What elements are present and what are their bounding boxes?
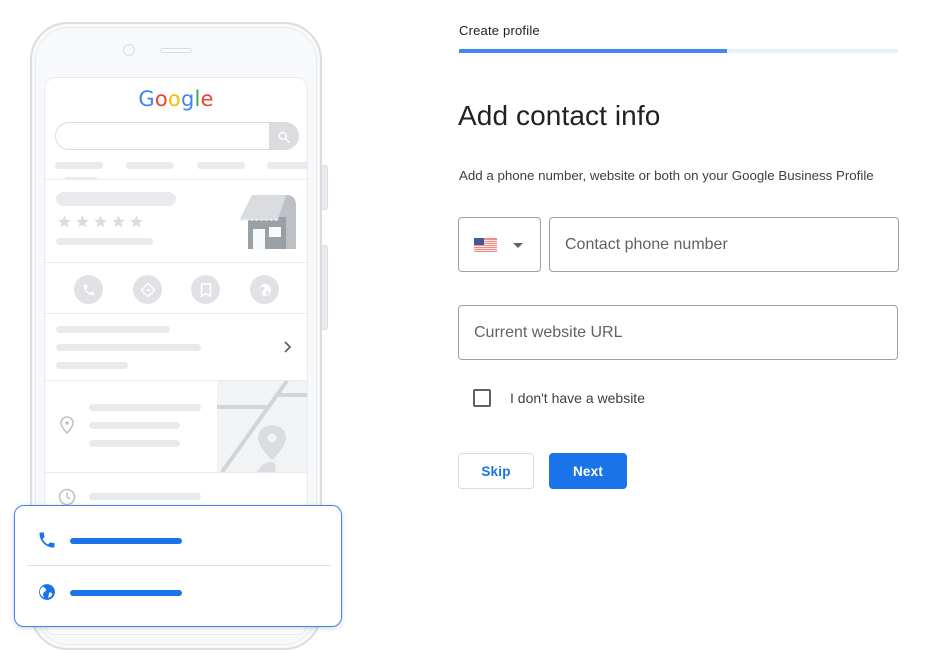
bookmark-icon bbox=[191, 275, 220, 304]
rating-stars bbox=[57, 214, 144, 229]
search-bar-illustration bbox=[55, 122, 299, 150]
next-button[interactable]: Next bbox=[549, 453, 627, 489]
star-icon bbox=[112, 215, 125, 228]
directions-icon bbox=[133, 275, 162, 304]
placeholder-website-line bbox=[70, 590, 182, 596]
placeholder-tab bbox=[267, 162, 307, 169]
progress-bar bbox=[459, 49, 898, 53]
step-label: Create profile bbox=[459, 23, 540, 38]
logo-letter: e bbox=[200, 87, 214, 111]
divider bbox=[45, 472, 307, 473]
globe-icon bbox=[39, 584, 55, 600]
placeholder-line bbox=[56, 238, 153, 245]
placeholder-business-name bbox=[56, 192, 176, 206]
globe-icon bbox=[250, 275, 279, 304]
placeholder-line bbox=[56, 362, 128, 369]
map-thumbnail bbox=[217, 381, 307, 472]
phone-camera-icon bbox=[123, 44, 135, 56]
storefront-icon bbox=[239, 195, 296, 249]
phone-speaker-icon bbox=[160, 48, 192, 53]
no-website-label: I don't have a website bbox=[510, 390, 645, 406]
divider bbox=[45, 179, 307, 180]
logo-letter: g bbox=[180, 87, 195, 111]
divider bbox=[45, 262, 307, 263]
page-subtitle: Add a phone number, website or both on y… bbox=[459, 168, 874, 183]
country-code-select[interactable] bbox=[458, 217, 541, 272]
placeholder-tab bbox=[197, 162, 245, 169]
star-icon bbox=[94, 215, 107, 228]
location-pin-icon bbox=[60, 416, 74, 434]
placeholder-phone-line bbox=[70, 538, 182, 544]
page-title: Add contact info bbox=[458, 100, 661, 131]
progress-bar-fill bbox=[459, 49, 727, 53]
placeholder-line bbox=[56, 344, 201, 351]
placeholder-line bbox=[89, 422, 180, 429]
placeholder-line bbox=[89, 493, 201, 500]
no-website-checkbox-row[interactable]: I don't have a website bbox=[473, 389, 645, 407]
contact-info-card-illustration bbox=[14, 505, 342, 627]
search-icon bbox=[269, 123, 298, 149]
placeholder-tab bbox=[126, 162, 174, 169]
divider bbox=[45, 313, 307, 314]
logo-letter: G bbox=[138, 87, 155, 111]
clock-icon bbox=[58, 488, 76, 506]
placeholder-line bbox=[89, 404, 201, 411]
website-url-input[interactable] bbox=[458, 305, 898, 360]
google-logo: Google bbox=[45, 87, 307, 112]
no-website-checkbox[interactable] bbox=[473, 389, 491, 407]
phone-side-button bbox=[322, 245, 328, 330]
phone-number-input[interactable] bbox=[549, 217, 899, 272]
logo-letter: o bbox=[167, 87, 181, 111]
phone-side-button bbox=[322, 165, 328, 210]
chevron-down-icon bbox=[513, 243, 523, 248]
phone-icon bbox=[74, 275, 103, 304]
divider bbox=[27, 565, 331, 566]
placeholder-tab bbox=[55, 162, 103, 169]
us-flag-icon bbox=[474, 238, 497, 252]
placeholder-line bbox=[89, 440, 180, 447]
logo-letter: o bbox=[154, 87, 168, 111]
skip-button[interactable]: Skip bbox=[458, 453, 534, 489]
placeholder-line bbox=[56, 326, 170, 333]
star-icon bbox=[76, 215, 89, 228]
star-icon bbox=[130, 215, 143, 228]
phone-icon bbox=[39, 532, 55, 548]
star-icon bbox=[58, 215, 71, 228]
chevron-right-icon bbox=[284, 341, 292, 353]
